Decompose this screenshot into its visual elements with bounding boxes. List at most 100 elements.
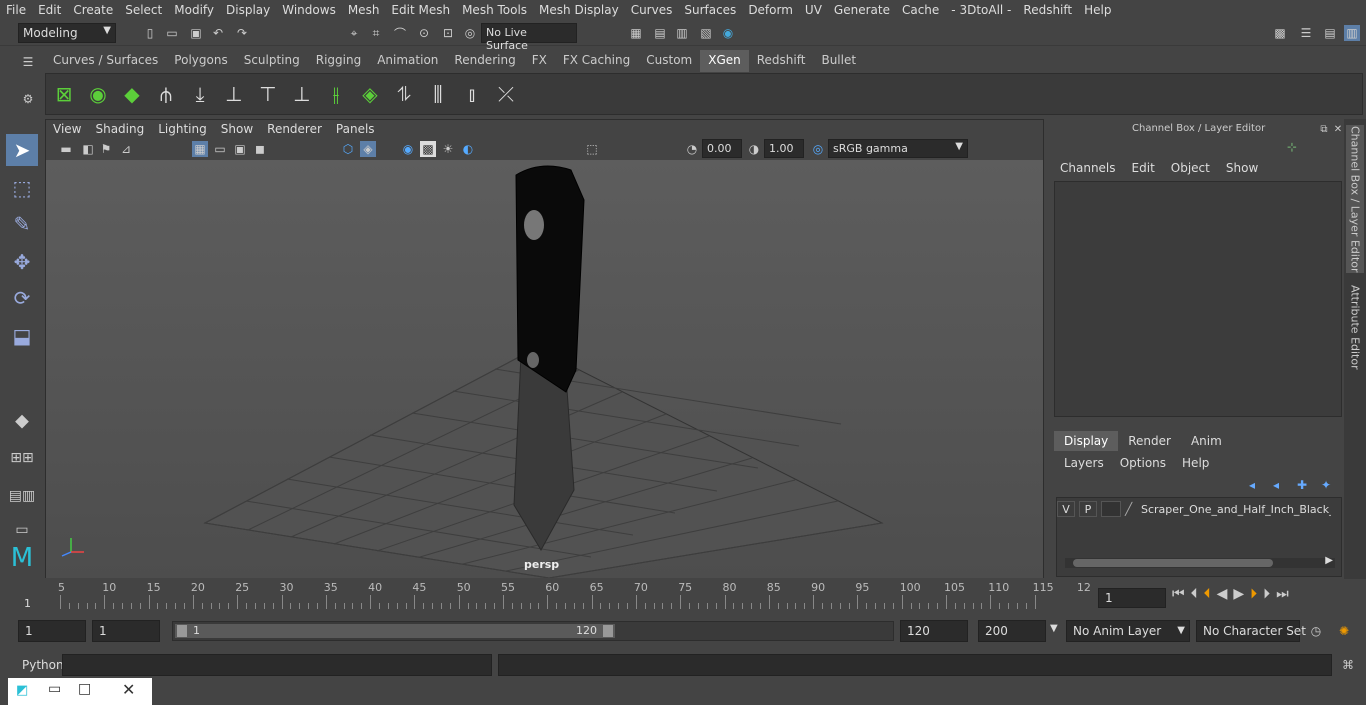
layer-menu-help[interactable]: Help: [1182, 456, 1209, 470]
menu-curves[interactable]: Curves: [625, 3, 679, 17]
layout-single-icon[interactable]: ⬥: [6, 404, 38, 436]
gamma-field[interactable]: 1.00: [764, 139, 804, 158]
menu-file[interactable]: File: [0, 3, 32, 17]
exposure-field[interactable]: 0.00: [702, 139, 742, 158]
xgen-description-icon[interactable]: ◆: [118, 80, 146, 108]
hypershade-icon[interactable]: ◉: [720, 25, 736, 41]
layout-split-icon[interactable]: ▤▥: [6, 480, 38, 512]
layer-playback-toggle[interactable]: P: [1079, 501, 1097, 517]
xgen-guides-icon[interactable]: ⫛: [152, 80, 180, 108]
layout-four-icon[interactable]: ⊞⊞: [6, 442, 38, 474]
xgen-transform-icon[interactable]: ⥮: [390, 80, 418, 108]
menu-create[interactable]: Create: [67, 3, 119, 17]
scale-tool-icon[interactable]: ⬓: [6, 320, 38, 352]
tab-anim[interactable]: Anim: [1181, 431, 1232, 451]
time-slider[interactable]: 5 10 15 20 25 30 35 40 45 50 55 60 65 70 75 80 85 90 95 100…: [18, 581, 1091, 611]
close-icon[interactable]: ✕: [122, 680, 135, 699]
isolate-icon[interactable]: ⬚: [584, 141, 600, 157]
tab-display[interactable]: Display: [1054, 431, 1119, 451]
tab-polygons[interactable]: Polygons: [166, 50, 235, 72]
xgen-sculpt-icon[interactable]: ⊤: [254, 80, 282, 108]
tab-redshift[interactable]: Redshift: [749, 50, 814, 72]
layer-menu-layers[interactable]: Layers: [1064, 456, 1104, 470]
menu-mesh[interactable]: Mesh: [342, 3, 386, 17]
go-to-end-icon[interactable]: ⏭: [1276, 586, 1289, 602]
3d-scene[interactable]: persp: [46, 160, 1043, 579]
tab-xgen[interactable]: XGen: [700, 50, 749, 72]
paint-select-icon[interactable]: ✎: [6, 208, 38, 240]
xgen-add-guide-icon[interactable]: ⤓: [186, 80, 214, 108]
color-management-icon[interactable]: ◎: [810, 141, 826, 157]
film-gate-icon[interactable]: ▭: [212, 141, 228, 157]
tab-attribute-editor[interactable]: Attribute Editor: [1346, 281, 1364, 373]
colorspace-dropdown[interactable]: sRGB gamma ▼: [828, 139, 968, 158]
snap-view-icon[interactable]: ⊡: [440, 25, 456, 41]
xgen-density-icon[interactable]: ◈: [356, 80, 384, 108]
redo-icon[interactable]: ↷: [234, 25, 250, 41]
scene-end-field[interactable]: 200: [978, 620, 1046, 642]
play-backward-icon[interactable]: ◀: [1217, 586, 1228, 602]
layer-color-swatch[interactable]: [1101, 501, 1121, 517]
shelf-menu-icon[interactable]: ☰: [20, 54, 36, 70]
step-back-key-icon[interactable]: ⏴: [1204, 586, 1211, 602]
menu-redshift[interactable]: Redshift: [1017, 3, 1078, 17]
mode-dropdown[interactable]: Modeling ▼: [18, 23, 116, 43]
snap-point-icon[interactable]: ⊙: [416, 25, 432, 41]
xgen-lock-icon[interactable]: ⊥: [288, 80, 316, 108]
cb-menu-show[interactable]: Show: [1226, 161, 1258, 175]
menu-mesh-display[interactable]: Mesh Display: [533, 3, 625, 17]
tab-fx-caching[interactable]: FX Caching: [555, 50, 638, 72]
vp-menu-panels[interactable]: Panels: [329, 122, 382, 136]
gate-mask-icon[interactable]: ◼: [252, 141, 268, 157]
play-forward-icon[interactable]: ▶: [1233, 586, 1244, 602]
step-forward-key-icon[interactable]: ⏵: [1250, 586, 1257, 602]
ipr-render-icon[interactable]: ▥: [674, 25, 690, 41]
layer-row[interactable]: V P ╱ Scraper_One_and_Half_Inch_Black_Ha: [1057, 500, 1341, 518]
scroll-right-icon[interactable]: ▶: [1325, 555, 1333, 566]
range-handle-right[interactable]: [603, 625, 613, 637]
vp-menu-view[interactable]: View: [46, 122, 88, 136]
scrollbar-thumb[interactable]: [1073, 559, 1273, 567]
textured-icon[interactable]: ◉: [400, 141, 416, 157]
go-to-start-icon[interactable]: ⏮: [1172, 586, 1185, 602]
range-slider-handle-bar[interactable]: 1 120: [175, 624, 615, 638]
snap-live-icon[interactable]: ◎: [462, 25, 478, 41]
resolution-gate-icon[interactable]: ▣: [232, 141, 248, 157]
render-frame-icon[interactable]: ▤: [652, 25, 668, 41]
attribute-layout-icon[interactable]: ▥: [1344, 25, 1360, 41]
lasso-tool-icon[interactable]: ⬚: [6, 172, 38, 204]
cb-menu-channels[interactable]: Channels: [1060, 161, 1116, 175]
minimize-icon[interactable]: ▭: [48, 681, 61, 697]
menu-uv[interactable]: UV: [799, 3, 828, 17]
vp-menu-lighting[interactable]: Lighting: [151, 122, 214, 136]
anim-layer-dropdown[interactable]: No Anim Layer ▼: [1066, 620, 1190, 642]
new-layer-icon[interactable]: ✚: [1294, 477, 1310, 493]
render-settings-icon[interactable]: ▦: [628, 25, 644, 41]
cb-menu-edit[interactable]: Edit: [1132, 161, 1155, 175]
playback-end-field[interactable]: 120: [900, 620, 968, 642]
range-handle-left[interactable]: [177, 625, 187, 637]
move-layer-down-icon[interactable]: ◂: [1268, 477, 1284, 493]
lights-icon[interactable]: ☀: [440, 141, 456, 157]
tab-fx[interactable]: FX: [524, 50, 555, 72]
cmdline-language-label[interactable]: Python: [22, 658, 64, 672]
tab-animation[interactable]: Animation: [369, 50, 446, 72]
undo-icon[interactable]: ↶: [210, 25, 226, 41]
chevron-down-icon[interactable]: ▼: [1050, 623, 1058, 634]
xgen-delete-icon[interactable]: ⤫: [492, 80, 520, 108]
layer-menu-options[interactable]: Options: [1120, 456, 1166, 470]
layout-icon[interactable]: ☰: [1298, 25, 1314, 41]
tab-custom[interactable]: Custom: [638, 50, 700, 72]
new-layer-selected-icon[interactable]: ✦: [1318, 477, 1334, 493]
step-back-icon[interactable]: ⏴: [1191, 586, 1198, 602]
maya-window-icon[interactable]: ◩: [16, 683, 28, 698]
menu-windows[interactable]: Windows: [276, 3, 342, 17]
snap-grid-icon[interactable]: ⌗: [368, 25, 384, 41]
select-tool-icon[interactable]: ➤: [6, 134, 38, 166]
menu-cache[interactable]: Cache: [896, 3, 945, 17]
tab-channel-box-layer-editor[interactable]: Channel Box / Layer Editor: [1346, 125, 1364, 273]
scene-start-field[interactable]: 1: [18, 620, 86, 642]
menu-display[interactable]: Display: [220, 3, 276, 17]
current-frame-field[interactable]: 1: [1098, 588, 1166, 608]
xgen-clump-icon[interactable]: ⫼: [424, 80, 452, 108]
